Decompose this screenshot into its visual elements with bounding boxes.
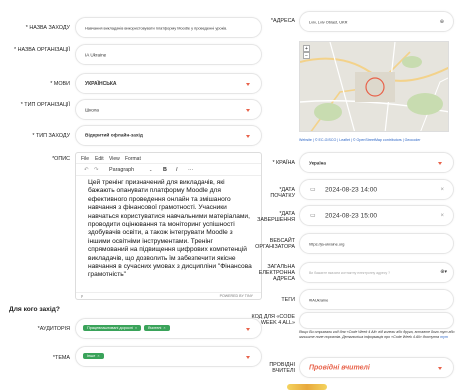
tags-label: ТЕГИ — [281, 297, 295, 303]
org-input[interactable]: IA Ukraine — [75, 44, 262, 65]
orgtype-select[interactable]: Школа — [75, 99, 262, 120]
org-value: IA Ukraine — [85, 52, 107, 57]
editor-statusbar: p POWERED BY TINY — [76, 292, 261, 299]
chevron-down-icon — [438, 366, 443, 370]
orgtype-label: * ТИП ОРГАНІЗАЦІЇ — [20, 102, 70, 108]
lang-label: * МОВИ — [50, 81, 70, 87]
map-attribution[interactable]: Website | © EC-GISCO | Leaflet | © OpenS… — [299, 138, 420, 142]
code-note: Якщо Ви отримали код для «Code Week 4 Al… — [299, 330, 455, 339]
bold-button[interactable]: B — [163, 167, 167, 173]
chevron-down-icon — [246, 355, 251, 359]
eventtype-label: * ТИП ЗАХОДУ — [32, 133, 70, 139]
leading-teachers-label: ПРОВІДНІ ВЧИТЕЛІ — [269, 362, 295, 375]
org-label: * НАЗВА ОРГАНІЗАЦІЇ — [14, 47, 70, 53]
chevron-down-icon — [246, 108, 251, 112]
theme-label: *ТЕМА — [52, 355, 70, 361]
desc-label: *ОПИС — [52, 156, 70, 162]
calendar-icon: ▭ — [310, 213, 316, 219]
eventtype-value: Відкритий офлайн-захід — [85, 133, 143, 138]
chevron-down-icon: ⌄ — [149, 167, 153, 172]
end-date-input[interactable]: ▭ 2024-08-23 15:00 × — [299, 205, 454, 226]
zoom-in-button[interactable]: + — [303, 45, 310, 52]
end-date-value: 2024-08-23 15:00 — [325, 212, 378, 219]
name-value: Навчання викладачів використовувати плат… — [85, 25, 228, 30]
country-label: * КРАЇНА — [272, 160, 295, 166]
leading-teachers-select[interactable]: Провідні вчителі — [299, 357, 454, 378]
start-date-label: *ДАТА ПОЧАТКУ — [270, 187, 295, 200]
country-value: Україна — [309, 160, 326, 165]
close-icon[interactable]: × — [97, 354, 99, 358]
menu-view[interactable]: View — [109, 156, 120, 162]
lang-value: УКРАЇНСЬКА — [85, 80, 117, 87]
end-date-label: *ДАТА ЗАВЕРШЕННЯ — [257, 211, 295, 224]
audience-label: *АУДИТОРІЯ — [37, 326, 70, 332]
chevron-down-icon — [246, 327, 251, 331]
chevron-down-icon — [246, 82, 251, 86]
code-input[interactable] — [299, 312, 454, 329]
email-placeholder: Ви бажаєте вказати контактну електронну … — [309, 270, 391, 275]
tags-input[interactable]: #IAUkraine — [299, 289, 454, 310]
name-label: * НАЗВА ЗАХОДУ — [25, 25, 70, 31]
website-label: ВЕБСАЙТ ОРГАНІЗАТОРА — [255, 238, 295, 251]
country-select[interactable]: Україна — [299, 152, 454, 173]
menu-file[interactable]: File — [81, 156, 89, 162]
code-label: КОД ДЛЯ «CODE WEEK 4 ALL» — [251, 314, 295, 327]
address-input[interactable]: Lviv, Lviv Oblast, UKR ⊕ — [299, 11, 454, 32]
calendar-icon: ▭ — [310, 187, 316, 193]
statusbar-path: p — [81, 294, 83, 298]
map-tiles — [300, 42, 448, 131]
location-icon[interactable]: ⊕ — [440, 19, 444, 25]
powered-by-tiny[interactable]: POWERED BY TINY — [220, 294, 253, 298]
more-button[interactable]: ··· — [188, 167, 193, 173]
name-input[interactable]: Навчання викладачів використовувати плат… — [75, 17, 262, 38]
redo-icon[interactable]: ↷ — [94, 167, 99, 173]
start-date-input[interactable]: ▭ 2024-08-23 14:00 × — [299, 179, 454, 200]
theme-select[interactable]: Інше × — [75, 346, 262, 367]
undo-icon[interactable]: ↶ — [84, 167, 89, 173]
audience-tag: Працевлаштовані дорослі × — [83, 325, 142, 331]
editor-menubar: File Edit View Format — [76, 153, 261, 164]
address-value: Lviv, Lviv Oblast, UKR — [309, 19, 348, 24]
location-map[interactable]: + − — [299, 41, 449, 132]
tags-value: #IAUkraine — [309, 297, 329, 302]
decorative-flowers-image — [287, 384, 327, 390]
italic-button[interactable]: I — [176, 167, 178, 173]
editor-toolbar: ↶ ↷ Paragraph ⌄ B I ··· — [76, 164, 261, 176]
editor-content[interactable]: Цей тренінг призначений для викладачів, … — [88, 179, 253, 280]
code-note-link[interactable]: тут — [440, 335, 448, 339]
close-icon[interactable]: × — [163, 326, 165, 330]
clear-icon[interactable]: × — [440, 213, 444, 219]
help-icon[interactable]: ⊕▾ — [440, 269, 447, 275]
orgtype-value: Школа — [85, 107, 99, 112]
start-date-value: 2024-08-23 14:00 — [325, 186, 378, 193]
menu-edit[interactable]: Edit — [95, 156, 104, 162]
eventtype-select[interactable]: Відкритий офлайн-захід — [75, 125, 262, 146]
close-icon[interactable]: × — [135, 326, 137, 330]
theme-tag: Інше × — [83, 353, 104, 359]
address-label: *АДРЕСА — [270, 18, 295, 24]
email-label: ЗАГАЛЬНА ЕЛЕКТРОННА АДРЕСА — [258, 264, 295, 283]
leading-teachers-placeholder: Провідні вчителі — [309, 364, 370, 371]
menu-format[interactable]: Format — [125, 156, 141, 162]
chevron-down-icon — [438, 161, 443, 165]
chevron-down-icon — [246, 134, 251, 138]
audience-select[interactable]: Працевлаштовані дорослі × Вчителі × — [75, 318, 262, 339]
lang-select[interactable]: УКРАЇНСЬКА — [75, 73, 262, 94]
email-input[interactable]: Ви бажаєте вказати контактну електронну … — [299, 262, 454, 283]
audience-tag: Вчителі × — [144, 325, 170, 331]
zoom-out-button[interactable]: − — [303, 52, 310, 59]
website-value: https://ja-ukraine.org — [309, 241, 345, 246]
clear-icon[interactable]: × — [440, 187, 444, 193]
description-editor[interactable]: File Edit View Format ↶ ↷ Paragraph ⌄ B … — [75, 152, 262, 300]
website-input[interactable]: https://ja-ukraine.org — [299, 233, 454, 254]
audience-section-title: Для кого захід? — [9, 306, 60, 313]
block-format-select[interactable]: Paragraph — [109, 167, 134, 173]
